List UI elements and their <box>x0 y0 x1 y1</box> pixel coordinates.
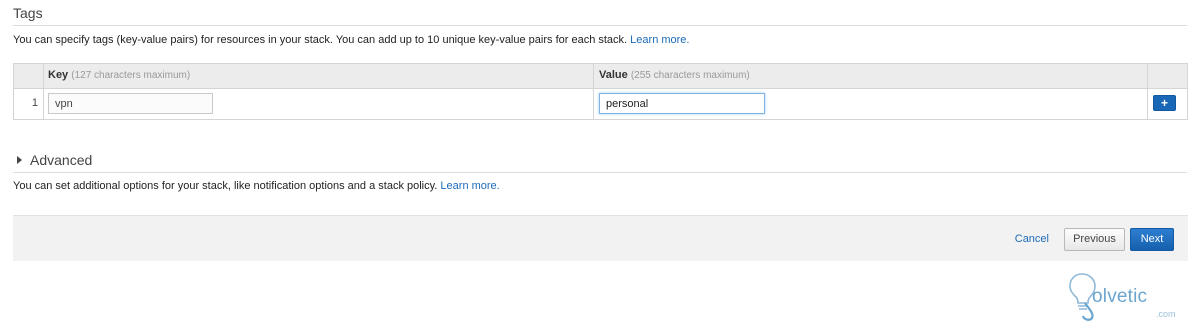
value-header-hint: (255 characters maximum) <box>630 70 750 81</box>
column-divider <box>43 64 44 88</box>
previous-button[interactable]: Previous <box>1064 228 1125 251</box>
next-button[interactable]: Next <box>1130 228 1174 251</box>
divider <box>13 25 1187 26</box>
value-header-label: Value <box>599 69 628 81</box>
key-header-label: Key <box>48 69 69 81</box>
advanced-learn-more-link[interactable]: Learn more. <box>440 180 499 192</box>
value-column-header: Value (255 characters maximum) <box>599 69 750 81</box>
tags-description: You can specify tags (key-value pairs) f… <box>13 34 689 46</box>
tags-learn-more-link[interactable]: Learn more. <box>630 34 689 46</box>
tags-table-header: Key (127 characters maximum) Value (255 … <box>14 64 1187 89</box>
row-number: 1 <box>31 97 38 109</box>
advanced-description: You can set additional options for your … <box>13 180 500 192</box>
logo-text: olvetic <box>1092 286 1148 307</box>
add-tag-button[interactable]: + <box>1153 95 1176 111</box>
section-title-tags: Tags <box>13 5 43 21</box>
key-header-hint: (127 characters maximum) <box>71 70 191 81</box>
tag-key-input[interactable] <box>48 93 213 114</box>
caret-right-icon <box>17 156 22 164</box>
column-divider <box>43 88 44 119</box>
key-column-header: Key (127 characters maximum) <box>48 69 190 81</box>
column-divider <box>593 64 594 88</box>
column-divider <box>1147 64 1148 88</box>
tags-table: Key (127 characters maximum) Value (255 … <box>13 63 1188 120</box>
column-divider <box>593 88 594 119</box>
advanced-title: Advanced <box>30 152 93 168</box>
cancel-link[interactable]: Cancel <box>1015 233 1049 245</box>
advanced-description-text: You can set additional options for your … <box>13 180 438 192</box>
logo-domain: .com <box>1156 309 1176 319</box>
column-divider <box>1147 88 1148 119</box>
wizard-footer: Cancel Previous Next <box>13 215 1188 261</box>
divider <box>13 172 1187 173</box>
solvetic-logo: olvetic .com <box>1068 270 1186 322</box>
advanced-toggle[interactable]: Advanced <box>17 152 92 168</box>
tag-value-input[interactable] <box>599 93 765 114</box>
tags-description-text: You can specify tags (key-value pairs) f… <box>13 34 628 46</box>
